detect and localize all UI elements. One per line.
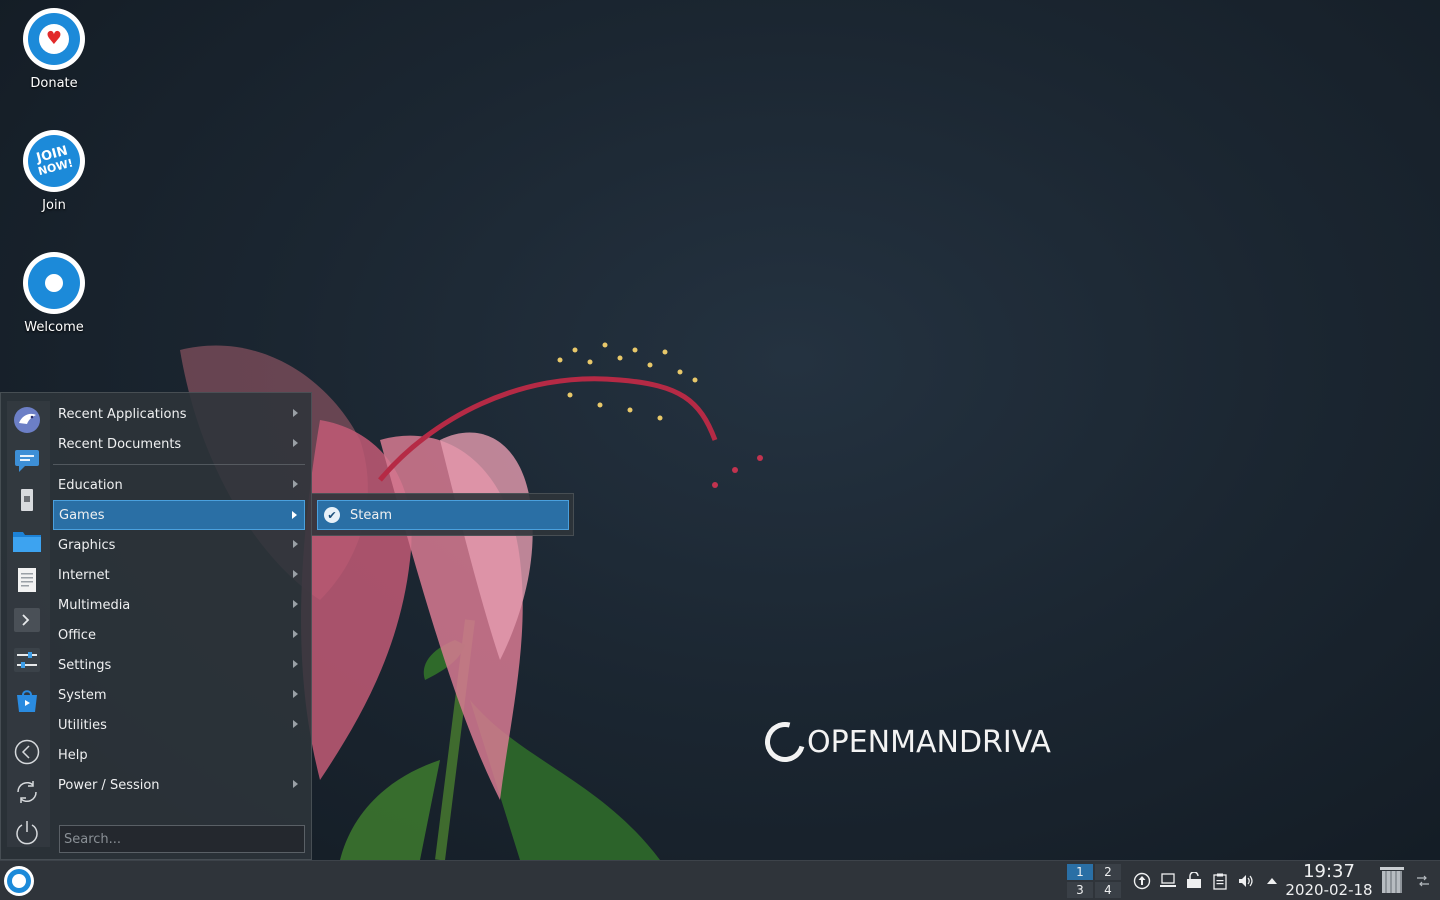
menu-item-label: Education — [58, 477, 123, 493]
menu-item-office[interactable]: Office — [53, 620, 305, 650]
panel-config-icon[interactable] — [1414, 871, 1432, 891]
submenu-arrow-icon — [293, 540, 298, 548]
desktop-icon-welcome[interactable]: Welcome — [4, 252, 104, 335]
menu-item-label: Recent Documents — [58, 436, 182, 452]
menu-item-system[interactable]: System — [53, 680, 305, 710]
vault-icon[interactable] — [1184, 871, 1204, 891]
menu-item-label: Power / Session — [58, 777, 160, 793]
clock-time: 19:37 — [1303, 861, 1355, 882]
menu-item-label: System — [58, 687, 107, 703]
openmandriva-logo-icon — [757, 714, 813, 770]
text-document-icon — [18, 568, 36, 592]
chat-icon — [15, 450, 39, 472]
donate-heart-icon: ♥ — [23, 8, 85, 70]
submenu-arrow-icon — [293, 660, 298, 668]
eagle-browser-icon — [14, 407, 40, 433]
trash-icon[interactable] — [1380, 867, 1404, 895]
favorite-system-settings[interactable] — [12, 645, 42, 675]
digital-clock[interactable]: 19:37 2020-02-18 — [1282, 861, 1376, 900]
menu-item-power-session[interactable]: Power / Session — [53, 770, 305, 800]
menu-item-internet[interactable]: Internet — [53, 560, 305, 590]
menu-item-education[interactable]: Education — [53, 470, 305, 500]
desktop-icon-label: Donate — [30, 76, 78, 91]
openmandriva-wallpaper-logo: OPENMANDRIVA — [757, 714, 1051, 770]
menu-item-help[interactable]: Help — [53, 740, 305, 770]
folder-icon — [13, 532, 41, 552]
join-now-icon: JOIN NOW! — [23, 130, 85, 192]
favorite-text-editor[interactable] — [12, 565, 42, 595]
desktop-icon-label: Welcome — [24, 320, 84, 335]
menu-item-label: Recent Applications — [58, 406, 187, 422]
submenu-arrow-icon — [293, 439, 298, 447]
action-shutdown[interactable] — [12, 817, 42, 847]
submenu-arrow-icon — [293, 630, 298, 638]
submenu-item-steam[interactable]: ✔ Steam — [317, 500, 569, 530]
menu-item-label: Office — [58, 627, 96, 643]
favorite-software-center[interactable] — [12, 685, 42, 715]
menu-item-label: Settings — [58, 657, 112, 673]
taskbar-panel: 1 2 3 4 19:37 2020-02-18 — [0, 860, 1440, 900]
wallpaper-brand-text: OPENMANDRIVA — [807, 724, 1051, 760]
settings-sliders-icon — [14, 648, 40, 672]
submenu-item-label: Steam — [350, 507, 392, 523]
virtual-desktop-pager: 1 2 3 4 — [1066, 863, 1122, 899]
action-restart[interactable] — [12, 777, 42, 807]
menu-item-label: Multimedia — [58, 597, 131, 613]
power-icon — [16, 821, 38, 845]
updater-icon[interactable] — [1132, 871, 1152, 891]
submenu-arrow-icon — [293, 780, 298, 788]
menu-item-recent-applications[interactable]: Recent Applications — [53, 399, 305, 429]
action-logout[interactable] — [12, 737, 42, 767]
menu-item-games[interactable]: Games — [53, 500, 305, 530]
desktop-icon-join[interactable]: JOIN NOW! Join — [4, 130, 104, 213]
clock-date: 2020-02-18 — [1285, 881, 1373, 899]
menu-item-label: Help — [58, 747, 88, 763]
menu-item-label: Internet — [58, 567, 110, 583]
submenu-arrow-icon — [293, 480, 298, 488]
application-launcher-button[interactable] — [4, 866, 34, 896]
steam-icon: ✔ — [324, 507, 340, 523]
expand-tray-icon[interactable] — [1262, 871, 1282, 891]
desktop-icon-label: Join — [42, 198, 66, 213]
menu-item-recent-documents[interactable]: Recent Documents — [53, 429, 305, 459]
favorite-eagle-browser[interactable] — [12, 405, 42, 435]
favorite-chat[interactable] — [12, 445, 42, 475]
submenu-arrow-icon — [293, 690, 298, 698]
launcher-search-input[interactable] — [59, 825, 305, 853]
pager-desktop-1[interactable]: 1 — [1066, 863, 1094, 881]
favorite-usb-drive[interactable] — [12, 485, 42, 515]
volume-icon[interactable] — [1236, 871, 1256, 891]
menu-item-graphics[interactable]: Graphics — [53, 530, 305, 560]
games-submenu: ✔ Steam — [311, 493, 574, 536]
openmandriva-logo-icon — [7, 869, 31, 893]
openmandriva-welcome-icon — [23, 252, 85, 314]
system-tray — [1132, 871, 1282, 891]
pager-desktop-3[interactable]: 3 — [1066, 881, 1094, 899]
menu-item-settings[interactable]: Settings — [53, 650, 305, 680]
submenu-arrow-icon — [293, 600, 298, 608]
favorite-file-manager[interactable] — [12, 525, 42, 555]
clipboard-icon[interactable] — [1210, 871, 1230, 891]
menu-item-label: Games — [59, 507, 105, 523]
menu-separator — [53, 464, 305, 465]
pager-desktop-2[interactable]: 2 — [1094, 863, 1122, 881]
software-center-icon — [17, 690, 37, 712]
pager-desktop-4[interactable]: 4 — [1094, 881, 1122, 899]
desktop-icon-donate[interactable]: ♥ Donate — [4, 8, 104, 91]
logout-arrow-icon — [14, 739, 40, 765]
menu-item-utilities[interactable]: Utilities — [53, 710, 305, 740]
usb-drive-icon — [21, 489, 33, 511]
submenu-arrow-icon — [293, 720, 298, 728]
favorite-terminal[interactable] — [12, 605, 42, 635]
terminal-icon — [14, 608, 40, 632]
submenu-arrow-icon — [293, 409, 298, 417]
menu-item-multimedia[interactable]: Multimedia — [53, 590, 305, 620]
submenu-arrow-icon — [293, 570, 298, 578]
menu-item-label: Utilities — [58, 717, 107, 733]
network-icon[interactable] — [1158, 871, 1178, 891]
submenu-arrow-icon — [292, 511, 297, 519]
menu-item-label: Graphics — [58, 537, 116, 553]
restart-icon — [17, 781, 37, 803]
